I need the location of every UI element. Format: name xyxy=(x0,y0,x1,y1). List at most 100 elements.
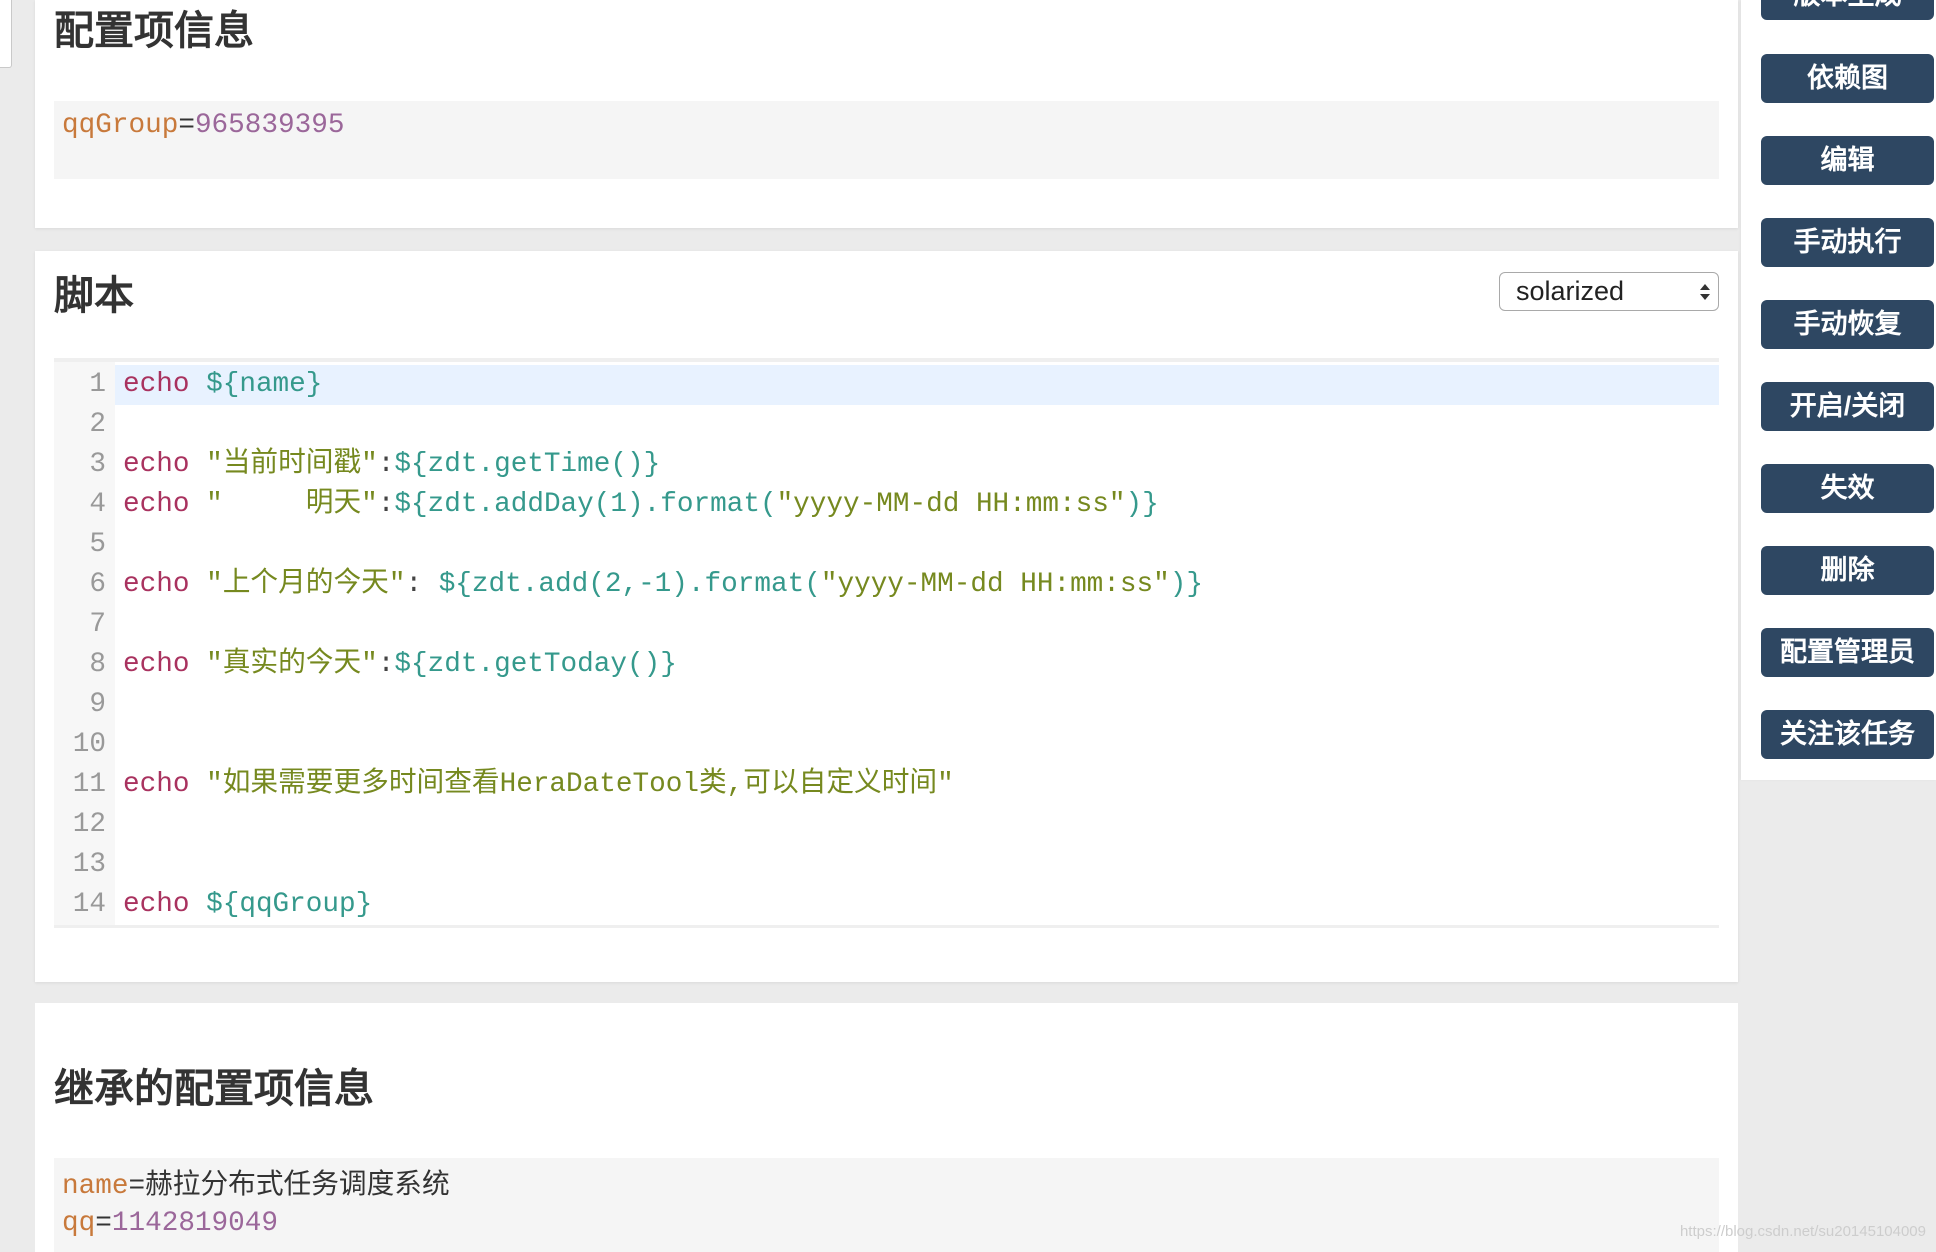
code-text[interactable] xyxy=(115,845,1719,885)
code-text[interactable] xyxy=(115,805,1719,845)
left-panel-edge xyxy=(0,0,12,68)
variable-token: )} xyxy=(1169,569,1203,600)
code-line[interactable]: 13 xyxy=(54,845,1719,885)
invalidate-button[interactable]: 失效 xyxy=(1761,464,1934,513)
code-line[interactable]: 9 xyxy=(54,685,1719,725)
action-sidebar: 版本生成 依赖图 编辑 手动执行 手动恢复 开启/关闭 失效 删除 配置管理员 … xyxy=(1741,0,1936,780)
code-line[interactable]: 6 echo "上个月的今天": ${zdt.add(2,-1).format("… xyxy=(54,565,1719,605)
property-line: name=赫拉分布式任务调度系统 xyxy=(62,1168,1711,1205)
code-line[interactable]: 12 xyxy=(54,805,1719,845)
delete-button[interactable]: 删除 xyxy=(1761,546,1934,595)
code-line[interactable]: 11 echo "如果需要更多时间查看HeraDateTool类,可以自定义时间" xyxy=(54,765,1719,805)
code-line[interactable]: 8 echo "真实的今天":${zdt.getToday()} xyxy=(54,645,1719,685)
code-line[interactable]: 5 xyxy=(54,525,1719,565)
code-text[interactable] xyxy=(115,685,1719,725)
config-admin-button[interactable]: 配置管理员 xyxy=(1761,628,1934,677)
code-line[interactable]: 4 echo " 明天":${zdt.addDay(1).format("yyyy… xyxy=(54,485,1719,525)
inherited-properties: name=赫拉分布式任务调度系统 qq=1142819049 xyxy=(54,1158,1719,1252)
line-number: 12 xyxy=(72,809,106,840)
property-equals: = xyxy=(95,1208,112,1239)
keyword-token: echo xyxy=(123,769,190,800)
code-text[interactable]: echo "当前时间戳":${zdt.getTime()} xyxy=(115,445,1719,485)
plain-token: : xyxy=(377,649,395,680)
plain-token: : xyxy=(405,569,439,600)
string-token: "如果需要更多时间查看HeraDateTool类,可以自定义时间" xyxy=(206,769,954,800)
property-line: qq=1142819049 xyxy=(62,1205,1711,1242)
line-number: 10 xyxy=(72,729,106,760)
variable-token: ${zdt.getTime()} xyxy=(394,449,661,480)
toggle-enable-button[interactable]: 开启/关闭 xyxy=(1761,382,1934,431)
line-number: 14 xyxy=(72,889,106,920)
variable-token: ${zdt.addDay(1).format( xyxy=(394,489,777,520)
select-arrows-icon xyxy=(1700,284,1710,300)
plain-token: : xyxy=(377,489,395,520)
section-title: 脚本 xyxy=(54,274,134,318)
code-line[interactable]: 7 xyxy=(54,605,1719,645)
code-line[interactable]: 14 echo ${qqGroup} xyxy=(54,885,1719,925)
inherited-config-section: 继承的配置项信息 name=赫拉分布式任务调度系统 qq=1142819049 xyxy=(35,1003,1738,1252)
line-number: 4 xyxy=(89,489,106,520)
line-number: 11 xyxy=(72,769,106,800)
follow-task-button[interactable]: 关注该任务 xyxy=(1761,710,1934,759)
script-section: 脚本 solarized 1 echo ${name} 2 3 echo "当前时间戳"… xyxy=(35,251,1738,982)
line-number: 9 xyxy=(89,689,106,720)
property-equals: = xyxy=(128,1171,146,1202)
code-line[interactable]: 10 xyxy=(54,725,1719,765)
property-value: 1142819049 xyxy=(111,1208,279,1239)
line-number: 2 xyxy=(89,409,106,440)
variable-token: ${qqGroup} xyxy=(206,889,373,920)
edit-button[interactable]: 编辑 xyxy=(1761,136,1934,185)
line-number: 13 xyxy=(72,849,106,880)
string-token: "上个月的今天" xyxy=(206,569,406,600)
line-number: 7 xyxy=(89,609,106,640)
code-text[interactable]: echo "上个月的今天": ${zdt.add(2,-1).format("y… xyxy=(115,565,1719,605)
code-text[interactable] xyxy=(115,525,1719,565)
code-text[interactable]: echo " 明天":${zdt.addDay(1).format("yyyy-… xyxy=(115,485,1719,525)
property-key: name xyxy=(62,1171,129,1202)
code-line[interactable]: 3 echo "当前时间戳":${zdt.getTime()} xyxy=(54,445,1719,485)
watermark: https://blog.csdn.net/su20145104009 xyxy=(1679,1223,1926,1240)
code-text[interactable]: echo ${qqGroup} xyxy=(115,885,1719,925)
dependency-graph-button[interactable]: 依赖图 xyxy=(1761,54,1934,103)
code-lines[interactable]: 1 echo ${name} 2 3 echo "当前时间戳":${zdt.getTim… xyxy=(54,365,1719,925)
code-text[interactable] xyxy=(115,605,1719,645)
property-key: qq xyxy=(62,1208,96,1239)
code-text[interactable]: echo "如果需要更多时间查看HeraDateTool类,可以自定义时间" xyxy=(115,765,1719,805)
script-editor[interactable]: 1 echo ${name} 2 3 echo "当前时间戳":${zdt.getTim… xyxy=(54,358,1719,928)
line-number: 1 xyxy=(89,369,106,400)
property-key: qqGroup xyxy=(62,110,179,141)
line-number: 3 xyxy=(89,449,106,480)
string-token: " 明天" xyxy=(206,489,378,520)
manual-recover-button[interactable]: 手动恢复 xyxy=(1761,300,1934,349)
string-token: "yyyy-MM-dd HH:mm:ss" xyxy=(820,569,1170,600)
property-value: 赫拉分布式任务调度系统 xyxy=(145,1171,450,1202)
code-text[interactable] xyxy=(115,405,1719,445)
property-equals: = xyxy=(178,110,195,141)
property-line: qqGroup=965839395 xyxy=(62,107,1711,144)
code-line[interactable]: 2 xyxy=(54,405,1719,445)
manual-run-button[interactable]: 手动执行 xyxy=(1761,218,1934,267)
property-value: 965839395 xyxy=(194,110,345,141)
keyword-token: echo xyxy=(123,889,190,920)
section-title: 配置项信息 xyxy=(54,9,254,53)
keyword-token: echo xyxy=(123,369,190,400)
code-text[interactable] xyxy=(115,725,1719,765)
code-text[interactable]: echo "真实的今天":${zdt.getToday()} xyxy=(115,645,1719,685)
code-line[interactable]: 1 echo ${name} xyxy=(54,365,1719,405)
string-token: "真实的今天" xyxy=(206,649,378,680)
line-number: 8 xyxy=(89,649,106,680)
keyword-token: echo xyxy=(123,489,190,520)
line-number: 5 xyxy=(89,529,106,560)
theme-select[interactable]: solarized xyxy=(1499,272,1719,311)
version-generate-button[interactable]: 版本生成 xyxy=(1761,0,1934,20)
theme-select-value: solarized xyxy=(1516,276,1625,306)
code-text[interactable]: echo ${name} xyxy=(115,365,1719,405)
string-token: "当前时间戳" xyxy=(206,449,378,480)
variable-token: ${zdt.add(2,-1).format( xyxy=(438,569,821,600)
